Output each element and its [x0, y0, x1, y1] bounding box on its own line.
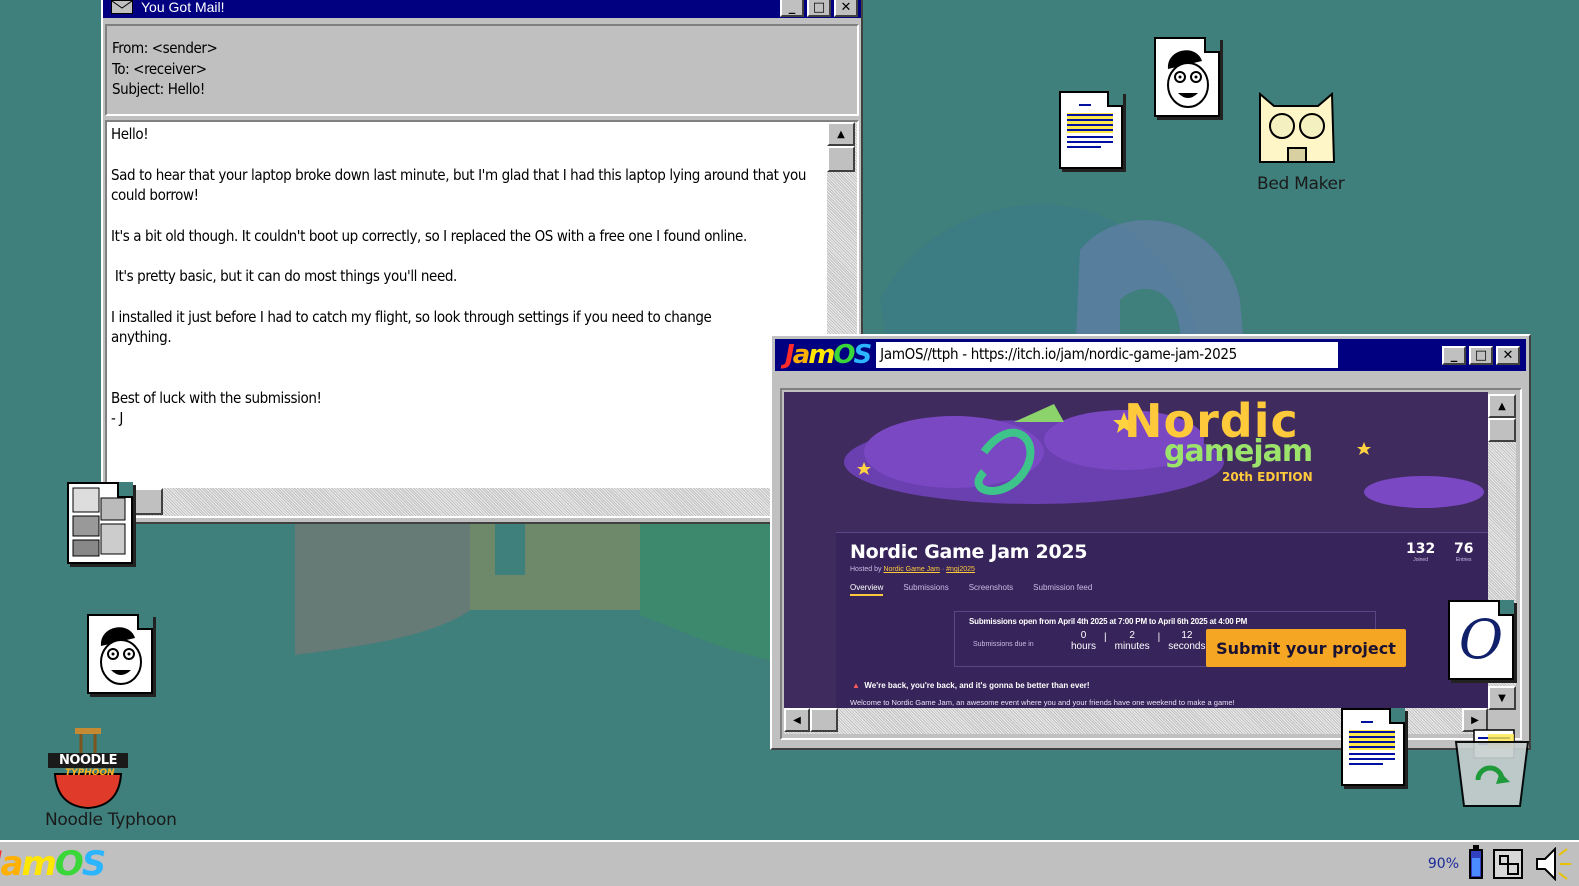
tab-submission-feed[interactable]: Submission feed	[1033, 583, 1092, 596]
start-button[interactable]: JamOS	[0, 844, 106, 884]
opera-browser-icon[interactable]: O	[1448, 600, 1514, 680]
browser-window: JamOS JamOS//ttph - https://itch.io/jam/…	[770, 334, 1531, 750]
entries-count: 76	[1454, 541, 1474, 557]
entries-stat: 76 Entries	[1454, 541, 1473, 563]
countdown: 0 hours | 2 minutes | 12 seconds	[1071, 630, 1206, 652]
mail-line	[111, 348, 823, 388]
scroll-left-button[interactable]: ◀	[784, 708, 810, 732]
envelope-icon	[111, 0, 133, 14]
mail-body-frame: Hello! Sad to hear that your laptop brok…	[105, 120, 859, 518]
mail-titlebar[interactable]: You Got Mail! _ □ ✕	[103, 0, 861, 18]
mail-horizontal-scrollbar[interactable]	[107, 488, 857, 516]
volume-icon[interactable]	[1533, 847, 1573, 881]
countdown-hours: 0 hours	[1071, 630, 1097, 652]
host-link[interactable]: Nordic Game Jam	[883, 566, 939, 573]
joined-label: Joined	[1413, 557, 1428, 563]
maximize-button[interactable]: □	[807, 0, 831, 17]
mail-from: From: <sender>	[112, 39, 218, 57]
mail-line: It's a bit old though. It couldn't boot …	[111, 226, 747, 245]
scroll-up-button[interactable]: ▲	[827, 122, 855, 146]
itch-page: Nordic gamejam 20th EDITION Nordic Game …	[784, 392, 1488, 709]
text-document-icon[interactable]	[1341, 708, 1405, 786]
banner-word-gamejam: gamejam	[1164, 434, 1313, 469]
noodle-logo-text-1: NOODLE	[48, 753, 128, 768]
close-button[interactable]: ✕	[834, 0, 858, 17]
noodle-typhoon-icon[interactable]: NOODLE TYPHOON	[45, 728, 131, 810]
browser-viewport: Nordic gamejam 20th EDITION Nordic Game …	[780, 388, 1522, 740]
notice: ▲ We're back, you're back, and it's gonn…	[852, 681, 1090, 690]
hosted-by: Hosted by Nordic Game Jam · #ngj2025	[850, 566, 975, 573]
system-tray: 90%	[1427, 845, 1573, 882]
scroll-down-button[interactable]: ▼	[1488, 686, 1516, 710]
minimize-button[interactable]: _	[1442, 345, 1466, 365]
horizontal-scroll-thumb[interactable]	[133, 488, 163, 515]
face-document-icon[interactable]	[1154, 37, 1220, 117]
address-bar[interactable]: JamOS//ttph - https://itch.io/jam/nordic…	[876, 342, 1339, 368]
mail-line: Best of luck with the submission! - J	[111, 388, 322, 428]
tag-link[interactable]: #ngj2025	[946, 566, 975, 573]
mail-line: Hello!	[111, 125, 149, 143]
tab-overview[interactable]: Overview	[850, 583, 884, 596]
opera-glyph: O	[1458, 608, 1504, 671]
battery-percent: 90%	[1427, 856, 1459, 872]
browser-titlebar[interactable]: JamOS JamOS//ttph - https://itch.io/jam/…	[775, 339, 1526, 371]
jam-tabs: Overview Submissions Screenshots Submiss…	[850, 583, 1092, 596]
mail-line	[111, 145, 823, 165]
tab-screenshots[interactable]: Screenshots	[969, 583, 1013, 596]
countdown-seconds: 12 seconds	[1168, 630, 1206, 652]
welcome-text: Welcome to Nordic Game Jam, an awesome e…	[850, 698, 1235, 707]
close-button[interactable]: ✕	[1496, 345, 1520, 365]
mail-line: Sad to hear that your laptop broke down …	[111, 165, 810, 205]
mail-header: From: <sender> To: <receiver> Subject: H…	[105, 24, 859, 116]
mail-window: You Got Mail! _ □ ✕ From: <sender> To: <…	[101, 0, 863, 524]
countdown-minutes: 2 minutes	[1114, 630, 1150, 652]
comic-document-icon[interactable]	[67, 482, 133, 564]
mail-body: Hello! Sad to hear that your laptop brok…	[111, 124, 823, 429]
mail-subject: Subject: Hello!	[112, 80, 205, 98]
noodle-logo-text-2: TYPHOON	[65, 768, 115, 778]
bed-maker-icon[interactable]	[1256, 92, 1338, 172]
minimize-button[interactable]: _	[780, 0, 804, 17]
mail-to: To: <receiver>	[112, 59, 207, 78]
maximize-button[interactable]: □	[1469, 345, 1493, 365]
scroll-thumb[interactable]	[1488, 418, 1516, 442]
jam-title: Nordic Game Jam 2025	[850, 541, 1088, 563]
taskbar: JamOS 90%	[0, 840, 1579, 886]
noodle-typhoon-label[interactable]: Noodle Typhoon	[45, 810, 177, 830]
submit-project-button[interactable]: Submit your project	[1206, 629, 1406, 667]
bed-maker-label[interactable]: Bed Maker	[1257, 174, 1345, 194]
mail-window-title: You Got Mail!	[141, 0, 225, 15]
mail-line: I installed it just before I had to catc…	[111, 307, 716, 347]
banner-edition: 20th EDITION	[1222, 470, 1313, 484]
mail-line: It's pretty basic, but it can do most th…	[111, 267, 457, 285]
jam-header: Nordic Game Jam 2025 Hosted by Nordic Ga…	[836, 532, 1488, 709]
tab-submissions[interactable]: Submissions	[903, 583, 948, 596]
submissions-open: Submissions open from April 4th 2025 at …	[969, 617, 1248, 626]
scroll-up-button[interactable]: ▲	[1488, 394, 1516, 418]
battery-icon[interactable]	[1469, 845, 1483, 879]
recycle-bin-icon[interactable]	[1452, 728, 1534, 808]
horizontal-scroll-thumb[interactable]	[810, 708, 838, 732]
due-label: Submissions due in	[973, 641, 1034, 648]
joined-count: 132	[1406, 541, 1436, 557]
entries-label: Entries	[1455, 557, 1472, 563]
warning-icon: ▲	[852, 681, 860, 690]
start-logo: JamOS	[0, 844, 106, 884]
network-icon[interactable]	[1493, 849, 1523, 879]
hosted-prefix: Hosted by	[850, 566, 882, 573]
scroll-thumb[interactable]	[827, 146, 855, 172]
jamos-logo: JamOS	[785, 340, 872, 370]
text-document-icon[interactable]	[1059, 91, 1123, 169]
face-document-icon[interactable]	[87, 614, 153, 694]
joined-stat: 132 Joined	[1406, 541, 1435, 563]
